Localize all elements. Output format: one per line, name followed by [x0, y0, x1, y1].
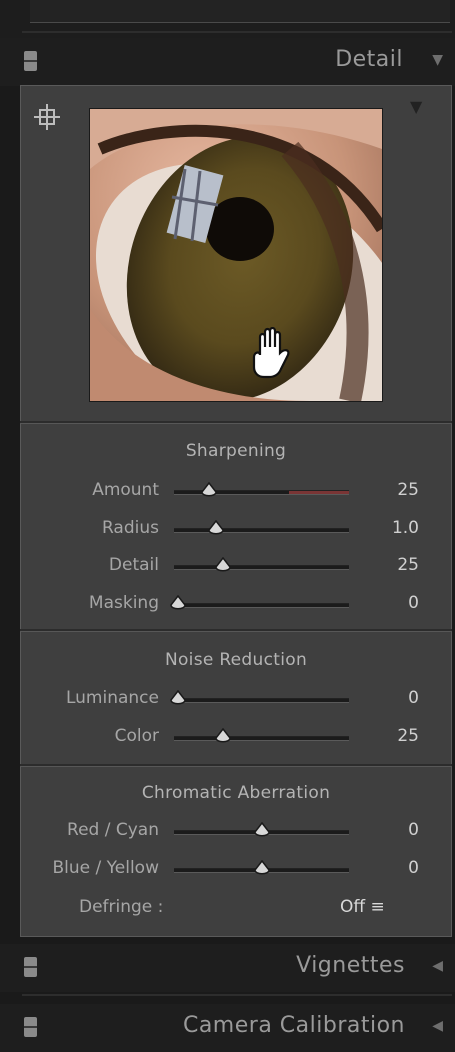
detail-preview-image[interactable] [89, 108, 383, 402]
slider-value[interactable]: 0 [359, 820, 419, 840]
divider [22, 31, 452, 33]
slider-label: Blue / Yellow [52, 858, 160, 878]
slider-label: Color [114, 726, 159, 746]
slider-label: Masking [88, 592, 159, 613]
previous-panel-strip [0, 0, 455, 38]
vignettes-panel-title: Vignettes [296, 953, 405, 978]
panel-toggle-switch[interactable] [24, 51, 37, 71]
panel-toggle-switch[interactable] [24, 957, 37, 977]
slider-value[interactable]: 25 [359, 555, 419, 575]
slider-value[interactable]: 25 [359, 480, 419, 500]
noise-reduction-title: Noise Reduction [164, 650, 308, 670]
chromatic-aberration-title: Chromatic Aberration [141, 783, 331, 803]
slider-value[interactable]: 1.0 [359, 518, 419, 538]
detail-panel-title: Detail [335, 47, 403, 72]
slider-value[interactable]: 25 [359, 726, 419, 746]
section-divider [20, 764, 452, 767]
panel-toggle-switch[interactable] [24, 1017, 37, 1037]
slider-track[interactable] [174, 565, 349, 570]
slider-label: Radius [101, 517, 159, 538]
previous-panel-header-cutoff [30, 0, 450, 23]
section-divider [20, 421, 452, 424]
slider-label: Red / Cyan [67, 820, 159, 840]
slider-track[interactable] [174, 698, 349, 703]
sharpening-title: Sharpening [185, 441, 287, 461]
slider-value[interactable]: 0 [359, 858, 419, 878]
camera-calibration-panel-title: Camera Calibration [182, 1013, 405, 1038]
slider-track[interactable] [174, 736, 349, 741]
target-crosshair-icon[interactable] [34, 104, 60, 130]
hand-cursor-icon [248, 326, 294, 383]
slider-label: Detail [108, 555, 159, 575]
vignettes-panel-header[interactable]: Vignettes ◀ [0, 944, 455, 992]
slider-label: Amount [92, 480, 159, 500]
divider [22, 994, 452, 996]
slider-track-highlight [289, 491, 349, 494]
slider-value[interactable]: 0 [359, 593, 419, 613]
triangle-down-icon[interactable]: ▼ [410, 97, 422, 116]
slider-track[interactable] [174, 602, 349, 608]
detail-panel-header[interactable]: Detail ▼ [0, 38, 455, 86]
slider-label: Luminance [65, 688, 159, 708]
panel-expand-triangle-icon[interactable]: ◀ [432, 958, 443, 974]
defringe-label: Defringe : [79, 897, 164, 917]
defringe-dropdown[interactable]: Off ≡ [340, 897, 385, 917]
panel-expand-triangle-icon[interactable]: ◀ [432, 1018, 443, 1034]
camera-calibration-panel-header[interactable]: Camera Calibration ◀ [0, 1004, 455, 1052]
slider-track[interactable] [174, 527, 349, 533]
slider-value[interactable]: 0 [359, 688, 419, 708]
section-divider [20, 629, 452, 632]
panel-collapse-triangle-icon[interactable]: ▼ [432, 52, 443, 68]
